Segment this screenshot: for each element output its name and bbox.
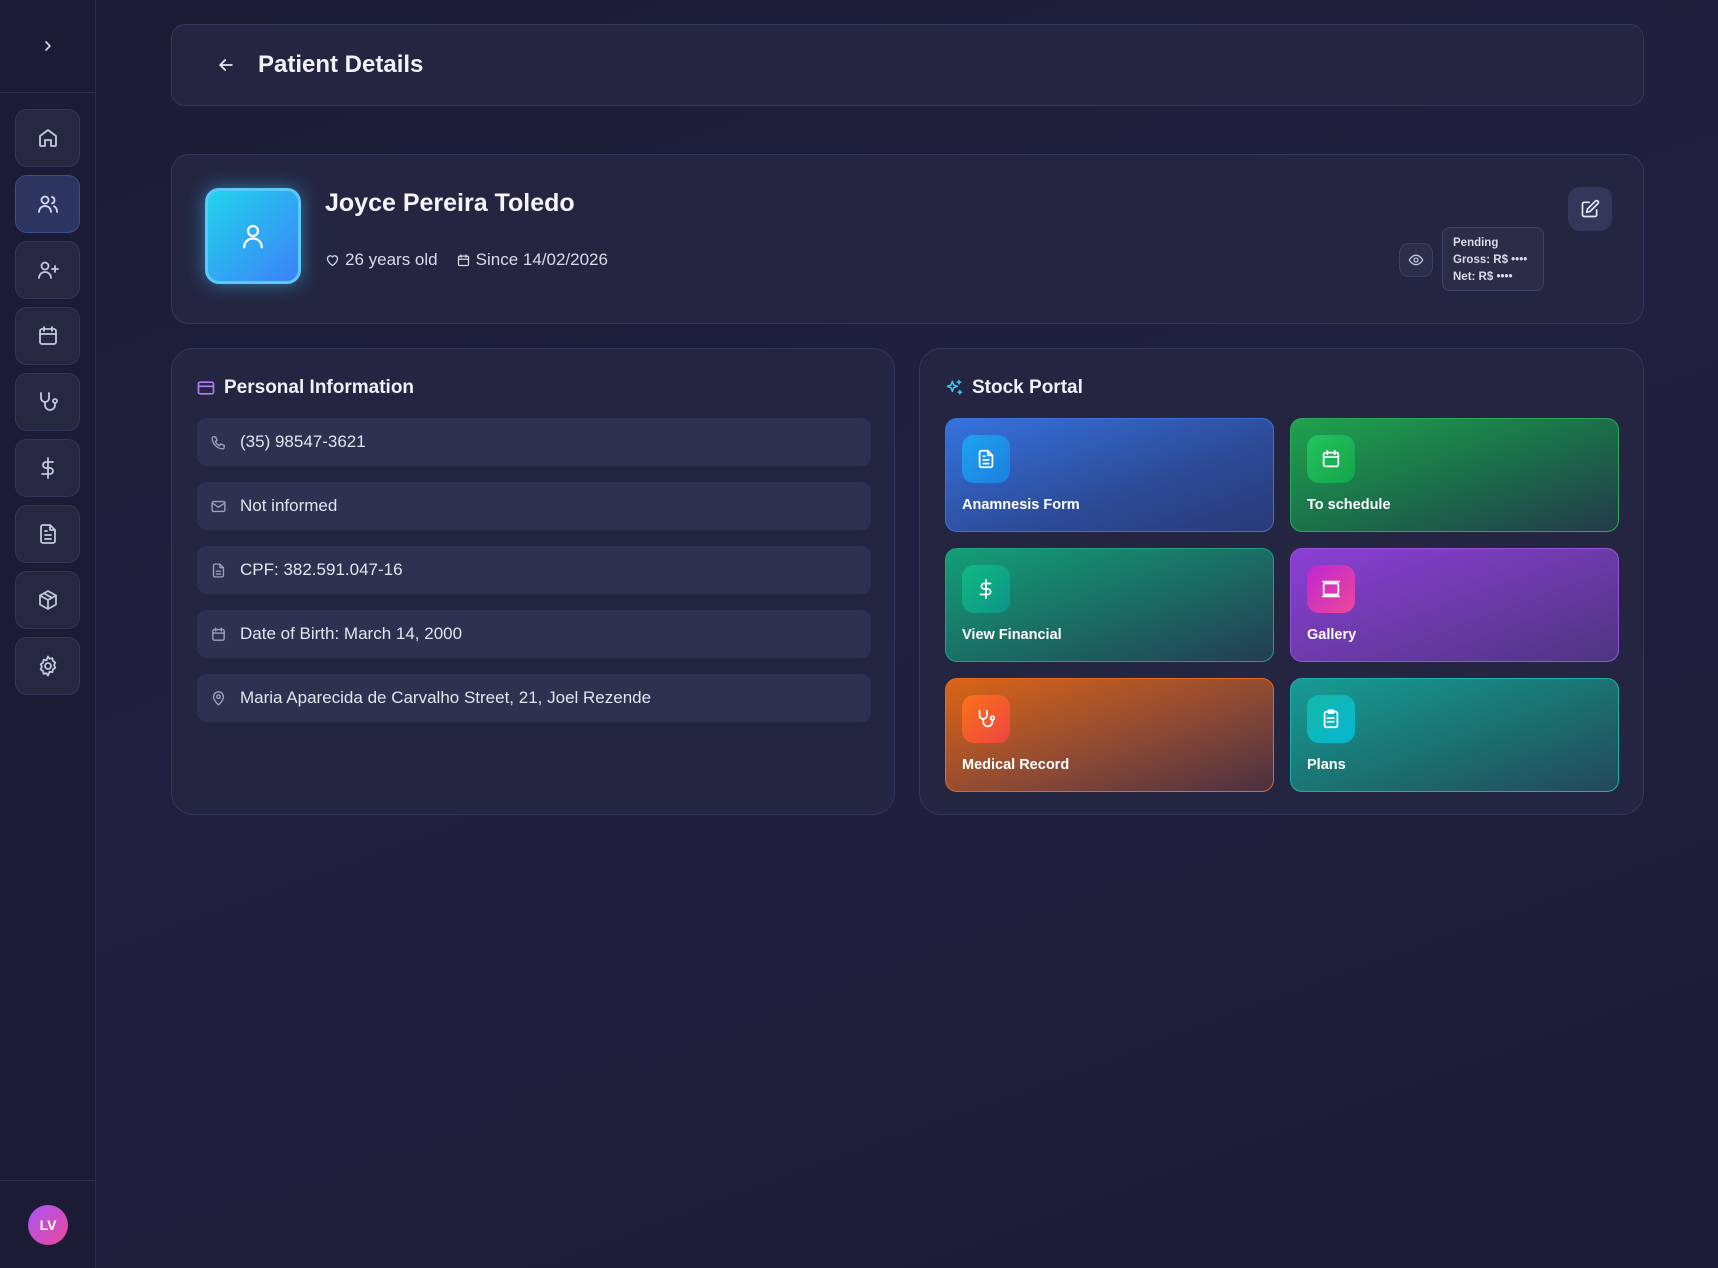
- chevron-right-icon: [40, 38, 56, 54]
- edit-icon: [1580, 199, 1600, 219]
- medical-record-tile[interactable]: Medical Record: [945, 678, 1274, 792]
- calendar-icon: [456, 253, 476, 268]
- document-icon: [962, 435, 1010, 483]
- email-text: Not informed: [240, 496, 338, 515]
- sparkles-icon: [944, 378, 972, 398]
- phone-text: (35) 98547-3621: [240, 432, 366, 451]
- calendar-icon: [210, 626, 240, 643]
- id-card-icon: [196, 378, 224, 398]
- financial-summary: Pending Gross: R$ •••• Net: R$ ••••: [1442, 227, 1544, 291]
- patient-avatar: [205, 188, 301, 284]
- personal-info-title: Personal Information: [196, 377, 414, 399]
- stock-portal-title-text: Stock Portal: [972, 377, 1083, 398]
- calendar-icon: [36, 324, 60, 348]
- page-header: Patient Details: [171, 24, 1644, 106]
- plans-tile[interactable]: Plans: [1290, 678, 1619, 792]
- patient-age: 26 years old: [325, 250, 438, 270]
- sidebar-item-financial[interactable]: [15, 439, 80, 497]
- tile-label: Gallery: [1307, 627, 1357, 643]
- financial-net: Net: R$ ••••: [1453, 271, 1513, 283]
- cpf-row: CPF: 382.591.047-16: [197, 546, 871, 594]
- sidebar-item-documents[interactable]: [15, 505, 80, 563]
- sidebar-item-medical[interactable]: [15, 373, 80, 431]
- map-pin-icon: [210, 690, 240, 707]
- patient-age-text: 26 years old: [345, 250, 438, 269]
- tile-label: Anamnesis Form: [962, 497, 1080, 513]
- personal-info-list: (35) 98547-3621 Not informed CPF: 382.59…: [197, 418, 871, 738]
- user-icon: [238, 221, 268, 251]
- personal-info-panel: Personal Information (35) 98547-3621 Not…: [171, 348, 895, 815]
- dollar-icon: [36, 456, 60, 480]
- gallery-tile[interactable]: Gallery: [1290, 548, 1619, 662]
- to-schedule-tile[interactable]: To schedule: [1290, 418, 1619, 532]
- cpf-text: CPF: 382.591.047-16: [240, 560, 403, 579]
- tile-label: View Financial: [962, 627, 1062, 643]
- heart-icon: [325, 253, 345, 268]
- edit-patient-button[interactable]: [1568, 187, 1612, 231]
- user-avatar[interactable]: LV: [28, 1204, 68, 1245]
- sidebar-nav: [15, 109, 80, 703]
- patient-name: Joyce Pereira Toledo: [325, 189, 575, 217]
- phone-icon: [210, 434, 240, 451]
- dollar-icon: [962, 565, 1010, 613]
- dob-row: Date of Birth: March 14, 2000: [197, 610, 871, 658]
- back-arrow-icon[interactable]: [216, 55, 236, 75]
- stock-portal-title: Stock Portal: [944, 377, 1083, 399]
- home-icon: [36, 126, 60, 150]
- sidebar-toggle-button[interactable]: [0, 0, 96, 93]
- stethoscope-icon: [962, 695, 1010, 743]
- anamnesis-form-tile[interactable]: Anamnesis Form: [945, 418, 1274, 532]
- tile-label: Plans: [1307, 757, 1346, 773]
- view-financial-tile[interactable]: View Financial: [945, 548, 1274, 662]
- user-plus-icon: [36, 258, 60, 282]
- calendar-icon: [1307, 435, 1355, 483]
- clipboard-icon: [1307, 695, 1355, 743]
- toggle-visibility-button[interactable]: [1399, 243, 1433, 277]
- sidebar: LV: [0, 0, 96, 1268]
- sidebar-item-add-patient[interactable]: [15, 241, 80, 299]
- users-icon: [36, 192, 60, 216]
- patient-since-text: Since 14/02/2026: [475, 250, 608, 269]
- gear-icon: [36, 654, 60, 678]
- dob-text: Date of Birth: March 14, 2000: [240, 624, 463, 643]
- patient-since: Since 14/02/2026: [456, 250, 608, 270]
- stethoscope-icon: [36, 390, 60, 414]
- sidebar-item-home[interactable]: [15, 109, 80, 167]
- sidebar-item-patients[interactable]: [15, 175, 80, 233]
- email-row: Not informed: [197, 482, 871, 530]
- stock-portal-panel: Stock Portal Anamnesis Form To schedule …: [919, 348, 1644, 815]
- phone-row: (35) 98547-3621: [197, 418, 871, 466]
- patient-meta: 26 years old Since 14/02/2026: [325, 250, 626, 270]
- sidebar-footer: LV: [0, 1180, 96, 1268]
- address-text: Maria Aparecida de Carvalho Street, 21, …: [240, 688, 652, 707]
- patient-card: Joyce Pereira Toledo 26 years old Since …: [171, 154, 1644, 324]
- gallery-icon: [1307, 565, 1355, 613]
- tile-label: To schedule: [1307, 497, 1391, 513]
- sidebar-item-settings[interactable]: [15, 637, 80, 695]
- page-title: Patient Details: [258, 51, 424, 78]
- sidebar-item-calendar[interactable]: [15, 307, 80, 365]
- financial-status: Pending: [1453, 237, 1499, 249]
- address-row: Maria Aparecida de Carvalho Street, 21, …: [197, 674, 871, 722]
- eye-icon: [1408, 252, 1424, 268]
- document-icon: [210, 562, 240, 579]
- mail-icon: [210, 498, 240, 515]
- document-icon: [36, 522, 60, 546]
- financial-gross: Gross: R$ ••••: [1453, 254, 1528, 266]
- sidebar-item-stock[interactable]: [15, 571, 80, 629]
- tile-label: Medical Record: [962, 757, 1070, 773]
- personal-info-title-text: Personal Information: [224, 377, 415, 398]
- box-icon: [36, 588, 60, 612]
